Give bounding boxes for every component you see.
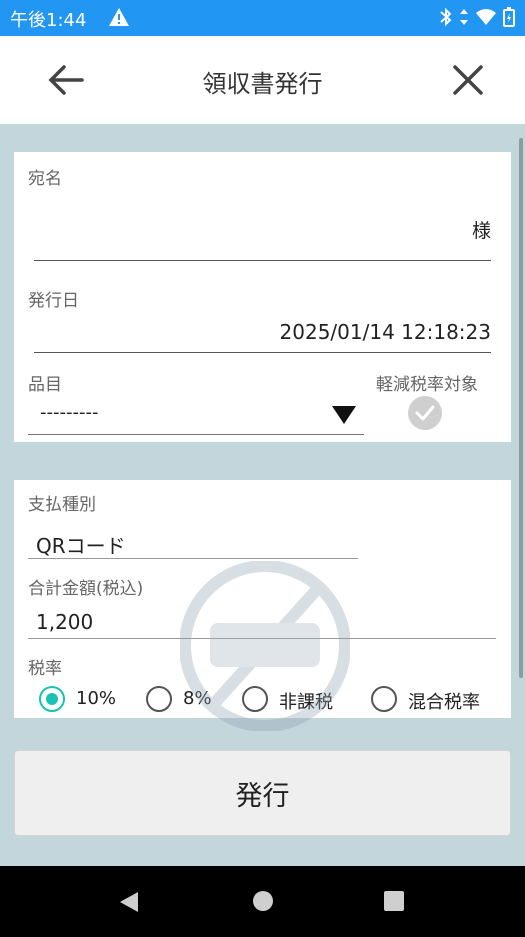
total-label: 合計金額(税込): [28, 579, 144, 599]
reduced-tax-checkbox[interactable]: [407, 395, 443, 431]
receipt-info-card: 宛名 様 発行日 2025/01/14 12:18:23 品目 軽減税率対象 -…: [14, 152, 511, 442]
radio-label-8-percent: 8%: [183, 688, 212, 709]
content-area: 宛名 様 発行日 2025/01/14 12:18:23 品目 軽減税率対象 -…: [0, 124, 525, 866]
warning-icon: [108, 7, 130, 31]
total-underline: [28, 638, 496, 639]
tax-rate-label: 税率: [28, 659, 62, 679]
app-bar: 領収書発行: [0, 36, 525, 124]
issue-date-underline: [34, 352, 491, 353]
status-time: 午後1:44: [10, 10, 87, 31]
radio-label-10-percent: 10%: [76, 688, 117, 709]
navigation-bar: [0, 866, 525, 937]
addressee-suffix: 様: [471, 220, 491, 242]
addressee-label: 宛名: [28, 169, 62, 189]
payment-info-card: 支払種別 QRコード 合計金額(税込) 1,200 税率 10% 8% 非課税 …: [14, 480, 511, 718]
radio-10-percent[interactable]: [39, 686, 65, 712]
nav-back-icon[interactable]: [118, 890, 140, 914]
addressee-underline: [34, 260, 491, 261]
item-underline: [28, 434, 364, 435]
battery-icon: [503, 7, 515, 27]
reduced-tax-label: 軽減税率対象: [376, 375, 478, 395]
payment-type-underline: [28, 558, 358, 559]
payment-type-label: 支払種別: [28, 495, 96, 515]
status-bar: 午後1:44: [0, 0, 525, 36]
issue-date-label: 発行日: [28, 291, 79, 311]
item-select[interactable]: ---------: [40, 402, 98, 423]
close-icon: [453, 65, 483, 95]
radio-mixed-rate[interactable]: [371, 686, 397, 712]
data-arrows-icon: [460, 9, 468, 25]
nav-home-icon[interactable]: [253, 891, 273, 911]
bluetooth-icon: [440, 7, 452, 27]
wifi-icon: [476, 9, 496, 25]
issue-date-field[interactable]: 2025/01/14 12:18:23: [280, 320, 491, 344]
scrollbar[interactable]: [519, 138, 523, 678]
item-label: 品目: [28, 375, 62, 395]
radio-8-percent[interactable]: [146, 686, 172, 712]
dropdown-arrow-icon[interactable]: [332, 406, 356, 424]
status-icons: [439, 7, 515, 27]
issue-button[interactable]: 発行: [14, 750, 511, 836]
radio-label-tax-exempt: 非課税: [279, 692, 333, 713]
total-field[interactable]: 1,200: [36, 610, 93, 634]
radio-tax-exempt[interactable]: [242, 686, 268, 712]
nav-recent-apps-icon[interactable]: [384, 891, 404, 911]
radio-label-mixed-rate: 混合税率: [408, 692, 480, 713]
close-button[interactable]: [440, 58, 496, 102]
payment-type-field[interactable]: QRコード: [36, 530, 126, 559]
